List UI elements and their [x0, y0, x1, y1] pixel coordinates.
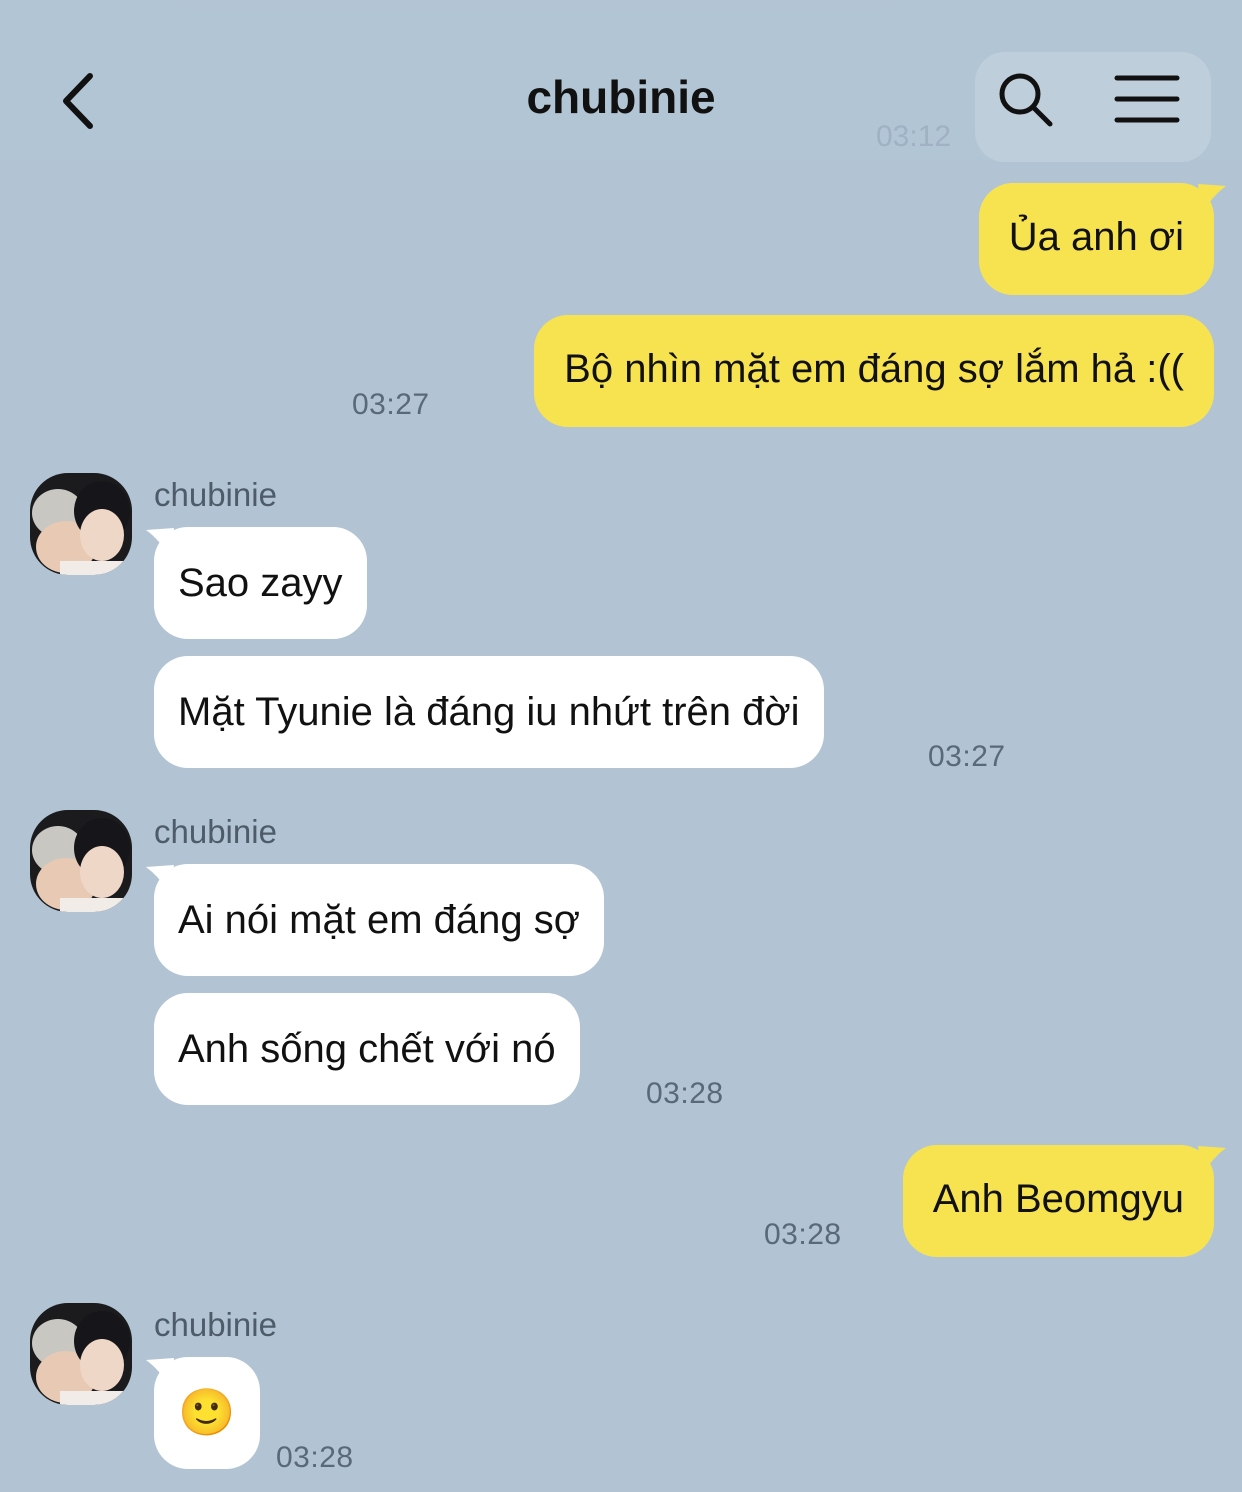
profile-photo: [30, 473, 132, 575]
outgoing-message[interactable]: Anh Beomgyu: [902, 1145, 1214, 1257]
incoming-message[interactable]: Ai nói mặt em đáng sợ: [154, 864, 604, 976]
incoming-message[interactable]: Anh sống chết với nó: [154, 993, 580, 1105]
sender-name: chubinie: [154, 813, 277, 850]
menu-button[interactable]: [1112, 72, 1182, 128]
profile-photo: [30, 810, 132, 912]
avatar[interactable]: [30, 473, 132, 575]
message-timestamp: 03:28: [646, 1077, 724, 1110]
faded-timestamp: 03:12: [876, 120, 952, 153]
outgoing-message[interactable]: Bộ nhìn mặt em đáng sợ lắm hả :((: [534, 315, 1214, 427]
profile-photo: [30, 1303, 132, 1405]
search-button[interactable]: [996, 70, 1056, 130]
sender-name: chubinie: [154, 1306, 277, 1343]
sender-name: chubinie: [154, 476, 277, 513]
message-timestamp: 03:27: [352, 388, 430, 421]
message-timestamp: 03:27: [928, 740, 1006, 773]
search-icon: [999, 73, 1053, 127]
hamburger-menu-icon: [1114, 75, 1180, 123]
avatar[interactable]: [30, 1303, 132, 1405]
avatar[interactable]: [30, 810, 132, 912]
incoming-message[interactable]: Mặt Tyunie là đáng iu nhứt trên đời: [154, 656, 824, 768]
incoming-message[interactable]: Sao zayy: [154, 527, 367, 639]
outgoing-message[interactable]: Ủa anh ơi: [978, 183, 1214, 295]
message-timestamp: 03:28: [764, 1218, 842, 1251]
message-timestamp: 03:28: [276, 1441, 354, 1474]
chat-header: 03:12 chubinie: [0, 0, 1242, 162]
incoming-emoji-message[interactable]: 🙂: [154, 1357, 260, 1469]
